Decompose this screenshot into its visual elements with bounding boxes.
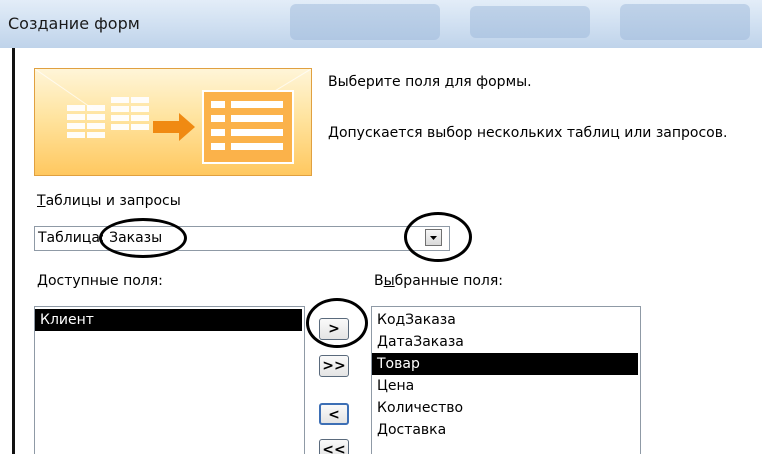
available-label-rest: оступные поля: bbox=[47, 273, 163, 289]
available-fields-list[interactable]: Клиент bbox=[34, 306, 305, 454]
intro-line-1: Выберите поля для формы. bbox=[328, 74, 532, 90]
source-label: Таблицы и запросы bbox=[37, 193, 181, 209]
list-item[interactable]: КодЗаказа bbox=[372, 309, 638, 331]
form-wizard-dialog: Создание форм Выберите поля для формы. Д… bbox=[0, 0, 762, 454]
list-item[interactable]: Доставка bbox=[372, 419, 638, 441]
annotation-circle-dropdown bbox=[404, 212, 472, 262]
annotation-circle-add-button bbox=[306, 298, 368, 348]
selected-label-rest: бранные поля: bbox=[394, 273, 504, 289]
selected-label-accesskey: ы bbox=[383, 273, 395, 289]
list-item[interactable]: Цена bbox=[372, 375, 638, 397]
background-ribbon-blur bbox=[620, 4, 750, 40]
window-title: Создание форм bbox=[8, 14, 140, 33]
tables-to-form-illustration bbox=[35, 69, 311, 164]
selected-fields-list[interactable]: КодЗаказа ДатаЗаказа Товар Цена Количест… bbox=[371, 306, 641, 454]
available-fields-label: Доступные поля: bbox=[37, 273, 163, 289]
source-label-rest: аблицы и запросы bbox=[45, 193, 181, 209]
background-ribbon-blur bbox=[290, 4, 440, 40]
remove-all-fields-button[interactable]: << bbox=[319, 439, 349, 454]
add-all-fields-button[interactable]: >> bbox=[319, 355, 349, 377]
selected-fields-label: Выбранные поля: bbox=[374, 273, 503, 289]
source-label-accesskey: Т bbox=[37, 193, 46, 209]
list-item[interactable]: Клиент bbox=[35, 309, 302, 331]
available-label-accesskey: Д bbox=[37, 273, 48, 289]
list-item[interactable]: Количество bbox=[372, 397, 638, 419]
list-item[interactable]: Товар bbox=[372, 353, 638, 375]
remove-field-button[interactable]: < bbox=[319, 403, 349, 425]
window-frame-left bbox=[12, 48, 15, 454]
title-bar: Создание форм bbox=[0, 0, 762, 48]
intro-line-2: Допускается выбор нескольких таблиц или … bbox=[328, 125, 728, 141]
wizard-banner-image bbox=[34, 68, 312, 176]
annotation-circle-table-name bbox=[99, 218, 187, 258]
list-item[interactable]: ДатаЗаказа bbox=[372, 331, 638, 353]
source-combobox[interactable]: Таблица: Заказы bbox=[34, 226, 450, 251]
selected-label-first: В bbox=[374, 273, 384, 289]
background-ribbon-blur bbox=[470, 6, 590, 38]
